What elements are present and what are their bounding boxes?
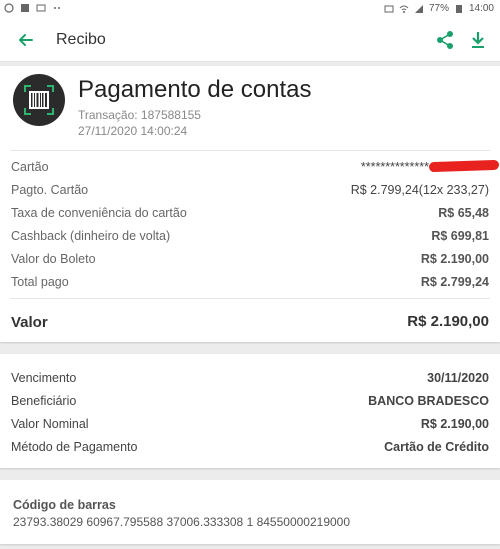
row-due-date: Vencimento 30/11/2020 — [11, 369, 489, 389]
transaction-datetime: 27/11/2020 14:00:24 — [78, 124, 188, 138]
row-value: 30/11/2020 — [427, 371, 489, 385]
row-label: Total pago — [11, 275, 69, 289]
row-label: Vencimento — [11, 371, 77, 385]
row-label: Método de Pagamento — [11, 440, 138, 454]
cast-icon — [384, 5, 394, 12]
battery-percent: 77% — [428, 3, 449, 14]
app-bar: Recibo — [0, 18, 500, 62]
barcode-label: Código de barras — [13, 498, 116, 512]
row-label: Beneficiário — [11, 394, 77, 408]
row-value: R$ 2.799,24 — [420, 275, 489, 289]
row-value: BANCO BRADESCO — [368, 394, 489, 408]
barcode-scan-icon — [13, 74, 65, 126]
row-label: Taxa de conveniência do cartão — [11, 206, 187, 220]
clock: 14:00 — [468, 3, 494, 14]
row-beneficiary: Beneficiário BANCO BRADESCO — [11, 392, 489, 412]
divider — [10, 298, 490, 299]
app-icon — [36, 4, 46, 12]
barcode-card: Código de barras 23793.38029 60967.79558… — [0, 480, 500, 544]
row-payment-method: Método de Pagamento Cartão de Crédito — [11, 438, 489, 458]
payment-summary-card: Pagamento de contas Transação: 187588155… — [0, 66, 500, 342]
status-bar-system: 77% 14:00 — [384, 3, 494, 14]
row-label: Pagto. Cartão — [11, 183, 89, 197]
download-icon[interactable] — [470, 30, 486, 50]
battery-icon — [455, 4, 462, 13]
row-convenience-fee: Taxa de conveniência do cartão R$ 65,48 — [11, 204, 489, 224]
row-value: R$ 2.799,24(12x 233,27) — [350, 183, 489, 197]
row-value: R$ 2.190,00 — [420, 252, 489, 266]
more-icon — [54, 7, 60, 9]
row-label: Valor do Boleto — [11, 252, 96, 266]
row-label: Cartão — [11, 160, 49, 174]
image-icon — [21, 4, 29, 12]
notification-icon — [4, 3, 14, 13]
redaction-mark — [428, 159, 500, 173]
divider — [10, 150, 490, 151]
signal-icon — [414, 4, 423, 13]
row-value: R$ 699,81 — [431, 229, 489, 243]
status-bar: 77% 14:00 — [0, 0, 500, 18]
row-label: Cashback (dinheiro de volta) — [11, 229, 171, 243]
row-bill-value: Valor do Boleto R$ 2.190,00 — [11, 250, 489, 270]
page-title: Recibo — [56, 31, 106, 48]
row-nominal-value: Valor Nominal R$ 2.190,00 — [11, 415, 489, 435]
transaction-id: Transação: 187588155 — [78, 108, 201, 122]
status-bar-notifications — [4, 3, 62, 13]
share-icon[interactable] — [436, 30, 454, 50]
bill-details-card: Vencimento 30/11/2020 Beneficiário BANCO… — [0, 354, 500, 468]
row-card: Cartão ************** — [11, 158, 500, 178]
row-label: Valor Nominal — [11, 417, 89, 431]
wifi-icon — [399, 5, 409, 13]
total-label: Valor — [11, 314, 48, 331]
row-value: Cartão de Crédito — [384, 440, 489, 454]
row-value: R$ 2.190,00 — [420, 417, 489, 431]
receipt-heading: Pagamento de contas — [78, 76, 312, 103]
total-value: R$ 2.190,00 — [407, 313, 489, 330]
row-card-payment: Pagto. Cartão R$ 2.799,24(12x 233,27) — [11, 181, 489, 201]
row-value: ************** — [360, 160, 429, 174]
row-cashback: Cashback (dinheiro de volta) R$ 699,81 — [11, 227, 489, 247]
row-total-paid: Total pago R$ 2.799,24 — [11, 273, 489, 293]
back-arrow-icon[interactable] — [16, 30, 36, 50]
barcode-number[interactable]: 23793.38029 60967.795588 37006.333308 1 … — [13, 515, 350, 529]
row-value: R$ 65,48 — [438, 206, 489, 220]
